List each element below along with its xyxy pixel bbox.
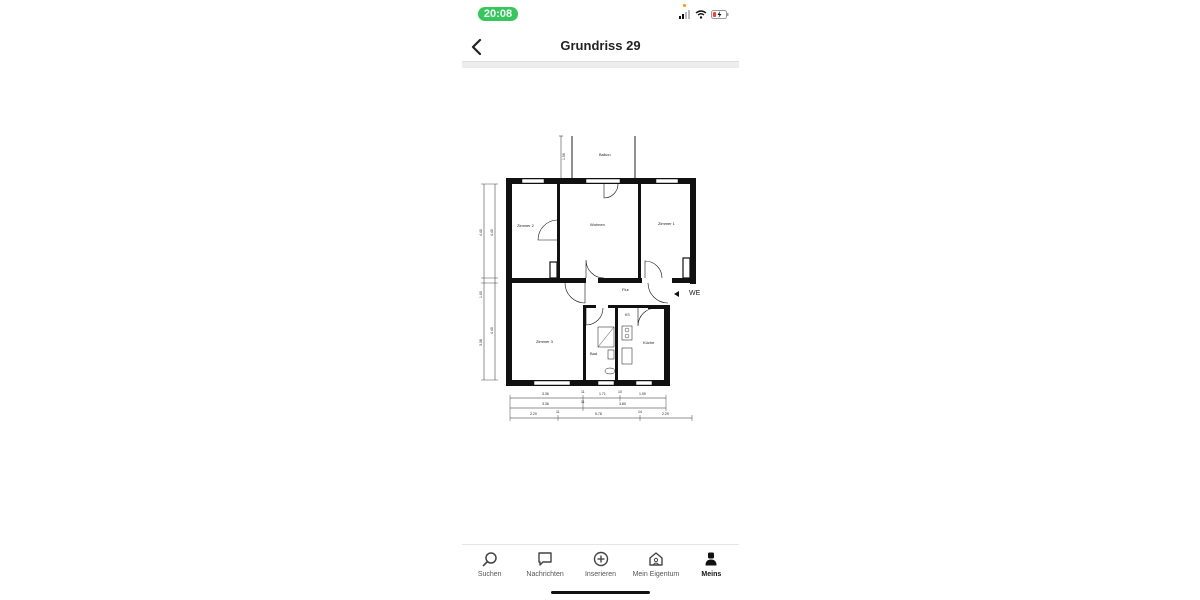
house-icon bbox=[647, 550, 665, 568]
chevron-left-icon bbox=[471, 39, 482, 55]
search-icon bbox=[481, 550, 499, 568]
dim-left-3: 1.00 bbox=[479, 291, 483, 298]
phone-screen: 20:08 Grundriss 29 Balkon 1.56 Wohnen Zi… bbox=[462, 0, 739, 600]
room-label-flur: Flur bbox=[622, 287, 630, 292]
dim-row1-0: 3.36 bbox=[542, 392, 549, 396]
dim-row3-0: 2.20 bbox=[530, 412, 537, 416]
tab-label: Inserieren bbox=[584, 571, 617, 578]
room-label-bad: Bad bbox=[590, 351, 597, 356]
tab-mein-eigentum[interactable]: Mein Eigentum bbox=[628, 545, 683, 585]
wifi-icon bbox=[695, 6, 707, 24]
dim-row1-2: 1.71 bbox=[599, 392, 606, 396]
balkon-area bbox=[559, 135, 636, 178]
dim-row1-3: 10 bbox=[618, 390, 622, 394]
room-label-zimmer3: Zimmer 3 bbox=[536, 339, 554, 344]
room-label-ks: KS bbox=[625, 313, 630, 317]
dim-row2-2: 3.80 bbox=[619, 402, 626, 406]
tab-inserieren[interactable]: Inserieren bbox=[573, 545, 628, 585]
dim-row1-4: 1.99 bbox=[639, 392, 646, 396]
dim-row3-2: 5.78 bbox=[595, 412, 602, 416]
status-icons bbox=[679, 9, 729, 21]
dim-left-5: 3.38 bbox=[479, 339, 483, 346]
tab-label: Suchen bbox=[477, 571, 502, 578]
chat-icon bbox=[536, 550, 554, 568]
dim-balkon: 1.56 bbox=[562, 153, 566, 160]
dim-left-4: 4.40 bbox=[490, 327, 494, 334]
room-label-wohnen: Wohnen bbox=[590, 222, 605, 227]
home-indicator[interactable] bbox=[551, 591, 650, 594]
room-label-balkon: Balkon bbox=[599, 153, 611, 157]
tab-bar: Suchen Nachrichten Inserieren Mein Eigen… bbox=[462, 544, 739, 585]
dim-row3-4: 2.29 bbox=[662, 412, 669, 416]
page-title: Grundriss 29 bbox=[560, 38, 641, 53]
dim-row1-1: 11 bbox=[581, 390, 585, 394]
person-icon bbox=[702, 550, 720, 568]
tab-meins[interactable]: Meins bbox=[684, 545, 739, 585]
room-label-kuche: Küche bbox=[643, 340, 655, 345]
dim-row2-0: 3.36 bbox=[542, 402, 549, 406]
dimension-lines-left bbox=[481, 183, 498, 381]
tab-nachrichten[interactable]: Nachrichten bbox=[517, 545, 572, 585]
floorplan-image[interactable]: Balkon 1.56 Wohnen Zimmer 1 Zimmer 2 Zim… bbox=[462, 120, 739, 440]
tab-label: Mein Eigentum bbox=[632, 571, 680, 578]
dim-left-1: 4.40 bbox=[479, 229, 483, 236]
room-label-zimmer1: Zimmer 1 bbox=[658, 221, 676, 226]
tab-label: Meins bbox=[701, 571, 722, 578]
floorplan-walls bbox=[506, 178, 696, 386]
dim-row2-1: 11 bbox=[581, 400, 585, 404]
dimension-lines-bottom bbox=[509, 395, 693, 421]
dim-row3-1: 11 bbox=[556, 410, 560, 414]
dim-left-2: 4.40 bbox=[490, 229, 494, 236]
battery-charging-icon bbox=[711, 6, 729, 24]
nav-divider bbox=[462, 61, 739, 68]
status-time: 20:08 bbox=[478, 7, 518, 21]
dim-row3-3: 14 bbox=[638, 410, 642, 414]
tab-suchen[interactable]: Suchen bbox=[462, 545, 517, 585]
room-label-zimmer2: Zimmer 2 bbox=[517, 223, 535, 228]
tab-label: Nachrichten bbox=[526, 571, 564, 578]
room-label-we: WE bbox=[689, 290, 701, 297]
plus-circle-icon bbox=[592, 550, 610, 568]
cellular-signal-icon bbox=[679, 6, 691, 24]
back-button[interactable] bbox=[466, 36, 488, 58]
